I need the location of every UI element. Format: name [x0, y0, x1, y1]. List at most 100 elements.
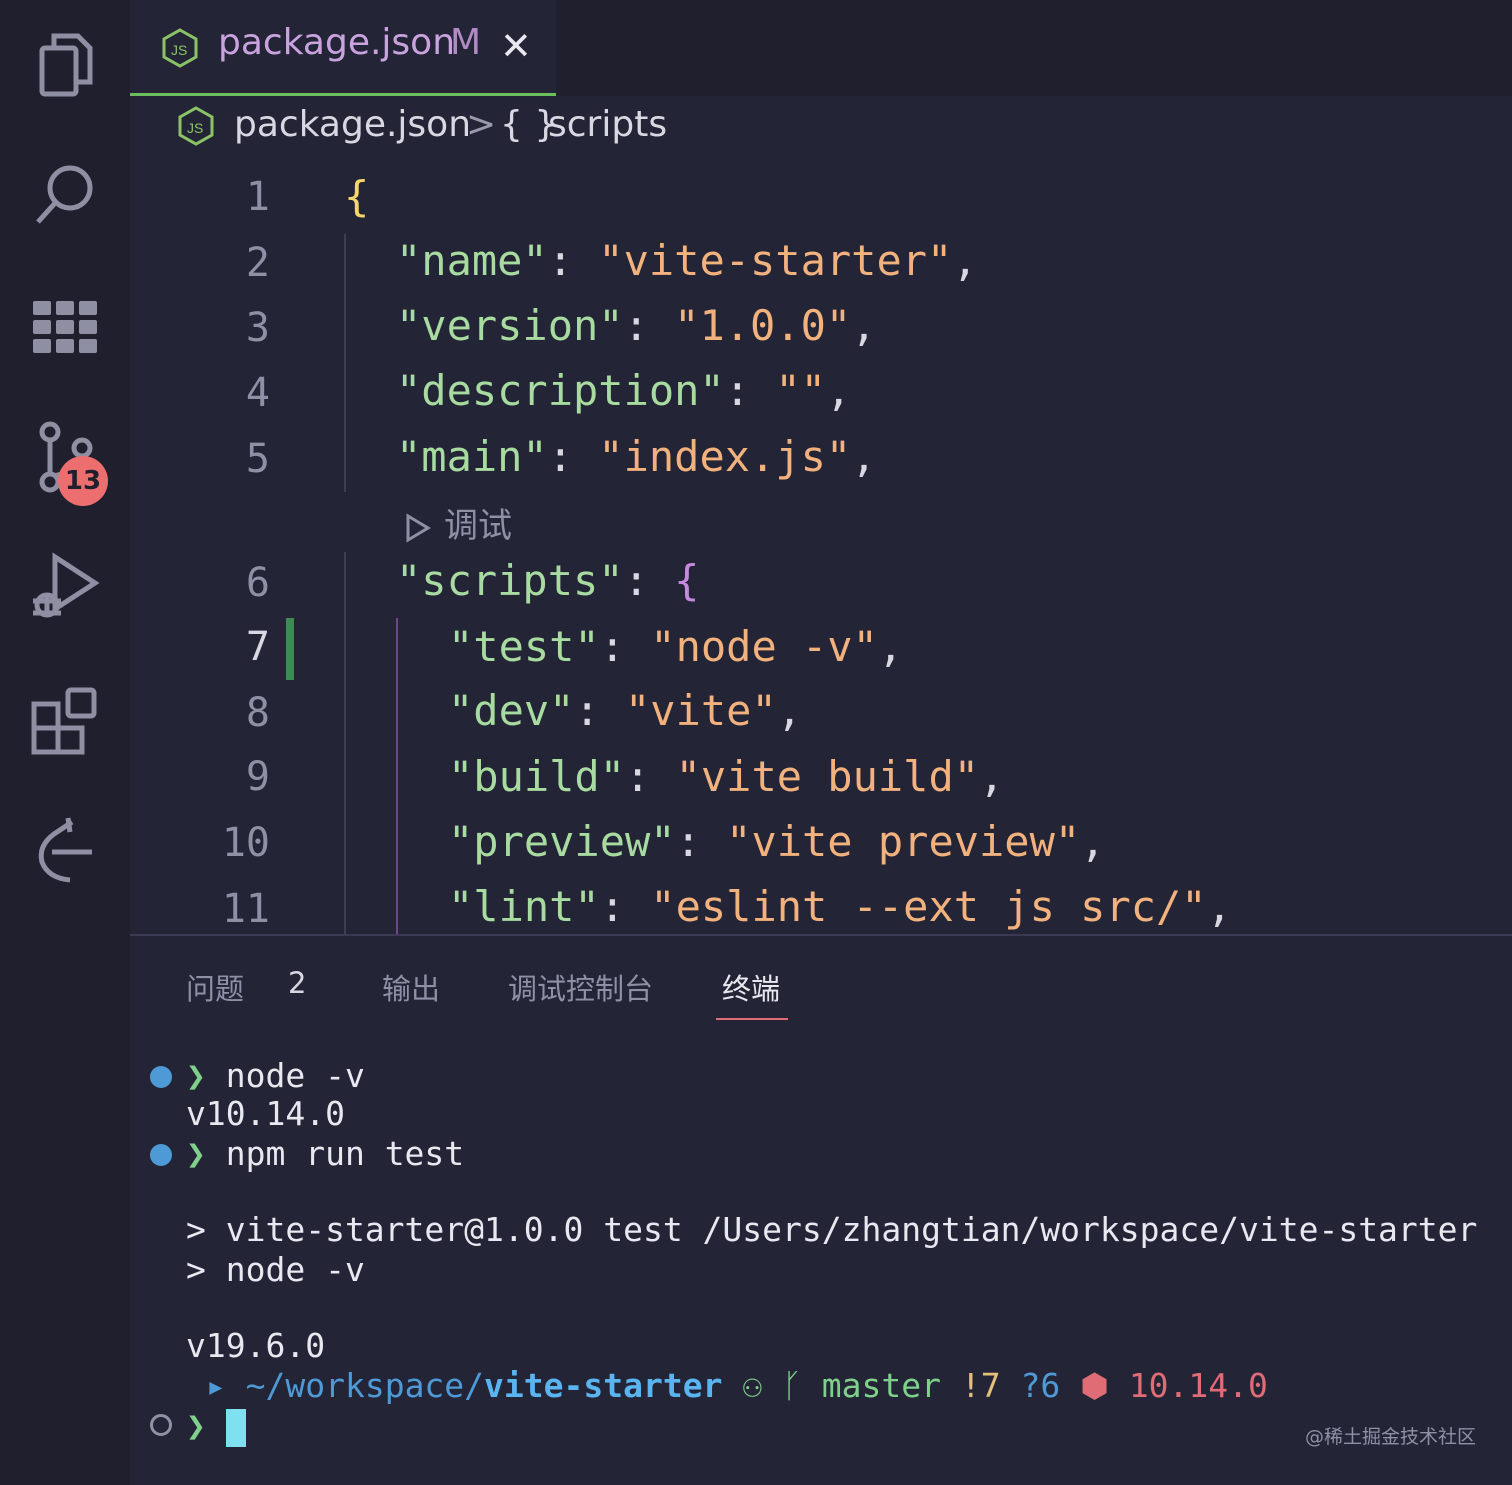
- tab-output[interactable]: 输出: [382, 966, 440, 1008]
- git-branch-icon: ᚴ: [782, 1366, 802, 1405]
- tab-problems[interactable]: 问题: [186, 966, 244, 1008]
- command-status-dot: [150, 1066, 172, 1088]
- source-control-badge: 13: [58, 456, 108, 506]
- breadcrumb-node[interactable]: scripts: [548, 104, 667, 145]
- terminal-output: > vite-starter@1.0.0 test /Users/zhangti…: [186, 1210, 1478, 1249]
- code-line-6: "scripts": {: [396, 556, 699, 605]
- json-value: "vite-starter": [598, 236, 953, 285]
- terminal-line: ❯ npm run test: [186, 1134, 464, 1173]
- tab-filename: package.json: [218, 22, 456, 63]
- colon: :: [599, 882, 651, 931]
- svg-text:JS: JS: [171, 42, 187, 58]
- activity-bar: 13: [0, 0, 130, 1485]
- json-value: "1.0.0": [674, 301, 852, 350]
- play-icon: [406, 512, 431, 543]
- explorer-icon[interactable]: [28, 28, 102, 102]
- node-icon: ⬢: [1080, 1366, 1109, 1405]
- colon: :: [547, 432, 599, 481]
- terminal-cursor: [225, 1408, 246, 1447]
- prompt-chevron-icon: ❯: [186, 1134, 206, 1173]
- grid-apps-icon[interactable]: [28, 290, 102, 364]
- code-line-1: {: [344, 172, 369, 221]
- terminal-output: > node -v: [186, 1250, 365, 1289]
- line-number: 9: [245, 754, 270, 800]
- comma: ,: [1206, 882, 1232, 931]
- line-number: 3: [245, 305, 270, 351]
- code-line-5: "main": "index.js",: [396, 432, 876, 481]
- breadcrumb-separator: >: [466, 104, 497, 145]
- code-line-3: "version": "1.0.0",: [396, 301, 876, 350]
- terminal-line: ❯ node -v: [186, 1056, 365, 1095]
- github-icon: ⚇: [742, 1366, 763, 1405]
- active-tab-underline: [716, 1018, 788, 1020]
- tab-terminal[interactable]: 终端: [722, 966, 780, 1008]
- json-value: "vite": [625, 686, 777, 735]
- json-key: "dev": [448, 686, 575, 735]
- code-line-2: "name": "vite-starter",: [396, 236, 978, 285]
- json-key: "build": [448, 752, 626, 801]
- nodejs-file-icon: JS: [162, 28, 198, 68]
- tab-debug-console[interactable]: 调试控制台: [508, 966, 653, 1008]
- tab-package-json[interactable]: JS package.json M ✕: [130, 0, 556, 96]
- prompt-chevron-icon: ❯: [186, 1406, 206, 1445]
- vscode-window: 13 JS package.json M ✕ JS package.json >…: [0, 0, 1512, 1485]
- json-value: "": [775, 366, 826, 415]
- code-line-7: "test": "node -v",: [448, 622, 903, 671]
- problems-count-badge: 2: [288, 966, 307, 1000]
- breadcrumb-file[interactable]: package.json: [234, 104, 471, 145]
- colon: :: [623, 301, 675, 350]
- colon: :: [623, 556, 675, 605]
- gutter-modified-marker: [286, 618, 294, 680]
- terminal-input-line[interactable]: ❯: [186, 1406, 246, 1447]
- command-text: node -v: [225, 1056, 365, 1095]
- tab-modified-indicator: M: [450, 22, 482, 63]
- extensions-icon[interactable]: [28, 684, 102, 758]
- debug-codelens[interactable]: 调试: [404, 498, 512, 547]
- line-number: 4: [245, 370, 270, 416]
- editor-tab-bar: JS package.json M ✕: [130, 0, 1512, 96]
- brace: {: [674, 556, 700, 605]
- line-number: 8: [245, 690, 270, 736]
- json-value: "node -v": [650, 622, 878, 671]
- line-number-current: 7: [245, 624, 270, 670]
- run-debug-icon[interactable]: [28, 550, 102, 624]
- tab-close-icon[interactable]: ✕: [500, 24, 532, 68]
- bottom-panel: 问题 2 输出 调试控制台 终端 ❯ node -v v10.14.0 ❯ np…: [130, 934, 1512, 1485]
- brace: {: [344, 172, 370, 221]
- colon: :: [625, 752, 676, 801]
- json-key: "main": [396, 432, 548, 481]
- remote-explorer-icon[interactable]: [28, 814, 102, 888]
- colon: :: [547, 236, 599, 285]
- code-editor[interactable]: 1 2 3 4 5 6 7 8 9 10 11 { "name": "vite-…: [130, 156, 1512, 934]
- git-modified-count: !7: [960, 1366, 1001, 1405]
- indent-guide: [344, 552, 346, 934]
- comma: ,: [1080, 817, 1106, 866]
- watermark: @稀土掘金技术社区: [1304, 1426, 1476, 1448]
- comma: ,: [851, 301, 877, 350]
- json-key: "test": [448, 622, 600, 671]
- colon: :: [675, 817, 727, 866]
- json-key: "preview": [448, 817, 676, 866]
- json-key: "scripts": [396, 556, 624, 605]
- json-key: "version": [396, 301, 624, 350]
- indent-guide: [344, 234, 346, 492]
- code-line-11: "lint": "eslint --ext js src/",: [448, 882, 1232, 931]
- json-value: "index.js": [598, 432, 852, 481]
- json-key: "name": [396, 236, 548, 285]
- prompt-path: ~/workspace/: [245, 1366, 485, 1405]
- codelens-label: 调试: [444, 506, 512, 546]
- code-line-4: "description": "",: [396, 366, 851, 415]
- node-version: 10.14.0: [1128, 1366, 1268, 1405]
- search-icon[interactable]: [28, 158, 102, 232]
- colon: :: [724, 366, 776, 415]
- comma: ,: [979, 752, 1005, 801]
- json-key: "lint": [448, 882, 600, 931]
- command-status-dot-empty: [150, 1414, 172, 1436]
- terminal-prompt-status: ▸ ~/workspace/vite-starter ⚇ ᚴ master !7…: [186, 1366, 1268, 1405]
- comma: ,: [877, 622, 904, 671]
- json-value: "vite build": [675, 752, 980, 801]
- terminal-output: v19.6.0: [186, 1326, 326, 1365]
- json-value: "eslint --ext js src/": [650, 882, 1207, 931]
- command-status-dot: [150, 1144, 172, 1166]
- line-number: 1: [245, 174, 270, 220]
